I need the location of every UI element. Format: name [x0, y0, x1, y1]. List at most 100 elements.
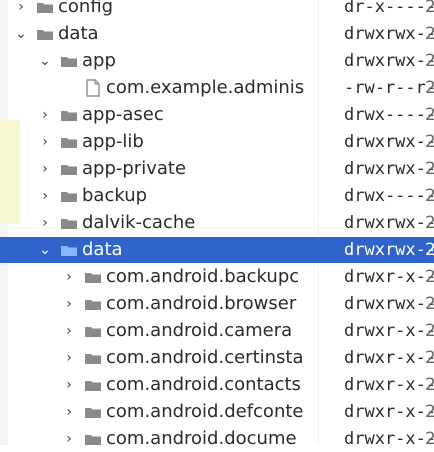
permissions: drwxrwx--x: [344, 293, 434, 314]
tree-item-label: com.android.contacts: [106, 376, 301, 394]
tree-row-com-android-certinsta[interactable]: › com.android.certinsta drwxr-x--x 2: [0, 345, 434, 371]
folder-icon: [36, 25, 54, 43]
chevron-down-icon[interactable]: ⌄: [12, 25, 30, 43]
extra-column: 2: [425, 105, 434, 125]
tree-item-label: com.android.docume: [106, 430, 297, 448]
tree-item-label: com.android.defconte: [106, 403, 304, 421]
chevron-right-icon[interactable]: ›: [60, 403, 78, 421]
chevron-right-icon[interactable]: ›: [60, 376, 78, 394]
folder-icon: [84, 322, 102, 340]
tree-row-com-android-browser[interactable]: › com.android.browser drwxrwx--x 2: [0, 291, 434, 317]
permissions: drwxr-x--x: [344, 401, 434, 422]
chevron-down-icon[interactable]: ⌄: [36, 52, 54, 70]
permissions: drwxr-x--x: [344, 374, 434, 395]
tree-row-com-android-docume[interactable]: › com.android.docume drwxr-x--x 2: [0, 426, 434, 452]
extra-column: 2: [425, 240, 434, 260]
tree-item-label: app-private: [82, 160, 187, 178]
tree-item-label: data: [82, 241, 123, 259]
tree-row-com-android-camera[interactable]: › com.android.camera drwxr-x--x 2: [0, 318, 434, 344]
permissions: drwxr-x--x: [344, 266, 434, 287]
tree-item-label: com.android.certinsta: [106, 349, 304, 367]
extra-column: 2: [425, 186, 434, 206]
tree-row-com-android-backupc[interactable]: › com.android.backupc drwxr-x--x 2: [0, 264, 434, 290]
folder-icon: [60, 160, 78, 178]
extra-column: 2: [425, 402, 434, 422]
tree-row-com-android-contacts[interactable]: › com.android.contacts drwxr-x--x 2: [0, 372, 434, 398]
tree-item-label: com.android.backupc: [106, 268, 300, 286]
tree-item-label: com.example.adminis: [106, 79, 305, 97]
file-tree: › config dr-x------ 2 ⌄ data drwxrwx--x …: [0, 0, 434, 449]
chevron-right-icon[interactable]: ›: [36, 160, 54, 178]
file-icon: [84, 79, 102, 97]
folder-icon: [60, 106, 78, 124]
extra-column: 2: [425, 294, 434, 314]
extra-column: 2: [425, 51, 434, 71]
permissions: drwxrwx--x: [344, 158, 434, 179]
tree-item-label: data: [58, 25, 99, 43]
tree-row-data-selected[interactable]: ⌄ data drwxrwx--x 2: [0, 237, 434, 263]
tree-item-label: app-asec: [82, 106, 164, 124]
tree-row-app-lib[interactable]: › app-lib drwxrwx--x 2: [0, 129, 434, 155]
permissions: drwxr-x--x: [344, 320, 434, 341]
folder-icon: [84, 295, 102, 313]
chevron-right-icon[interactable]: ›: [60, 295, 78, 313]
folder-icon: [84, 376, 102, 394]
tree-row-backup[interactable]: › backup drwx------ 2: [0, 183, 434, 209]
folder-icon: [84, 403, 102, 421]
folder-icon: [84, 268, 102, 286]
tree-item-label: com.android.browser: [106, 295, 297, 313]
chevron-right-icon[interactable]: ›: [36, 133, 54, 151]
tree-row-file[interactable]: com.example.adminis -rw-r--r-- 2: [0, 75, 434, 101]
permissions: drwxrwx--x: [344, 239, 434, 260]
extra-column: 2: [425, 375, 434, 395]
extra-column: 2: [425, 348, 434, 368]
extra-column: 2: [425, 213, 434, 233]
chevron-right-icon[interactable]: ›: [60, 268, 78, 286]
tree-row-dalvik-cache[interactable]: › dalvik-cache drwxrwx--x 2: [0, 210, 434, 236]
chevron-right-icon[interactable]: ›: [12, 0, 30, 16]
extra-column: 2: [425, 159, 434, 179]
permissions: drwx------: [344, 185, 434, 206]
permissions: drwxrwx--x: [344, 131, 434, 152]
chevron-right-icon[interactable]: ›: [60, 349, 78, 367]
tree-row-app[interactable]: ⌄ app drwxrwx--x 2: [0, 48, 434, 74]
chevron-right-icon[interactable]: ›: [60, 322, 78, 340]
folder-icon: [60, 52, 78, 70]
extra-column: 2: [425, 321, 434, 341]
folder-icon: [60, 133, 78, 151]
permissions: drwxrwx--x: [344, 50, 434, 71]
folder-icon: [84, 349, 102, 367]
folder-icon: [60, 187, 78, 205]
extra-column: 2: [425, 78, 434, 98]
folder-icon: [84, 430, 102, 448]
chevron-right-icon[interactable]: ›: [36, 214, 54, 232]
tree-row-config[interactable]: › config dr-x------ 2: [0, 0, 434, 20]
folder-icon: [60, 241, 78, 259]
tree-item-label: com.android.camera: [106, 322, 293, 340]
permissions: drwxrwx--x: [344, 212, 434, 233]
tree-row-data[interactable]: ⌄ data drwxrwx--x 2: [0, 21, 434, 47]
chevron-down-icon[interactable]: ⌄: [36, 241, 54, 259]
tree-row-com-android-defconte[interactable]: › com.android.defconte drwxr-x--x 2: [0, 399, 434, 425]
chevron-right-icon[interactable]: ›: [36, 187, 54, 205]
permissions: drwxr-x--x: [344, 347, 434, 368]
folder-icon: [36, 0, 54, 16]
tree-item-label: app: [82, 52, 116, 70]
extra-column: 2: [425, 0, 434, 17]
tree-item-label: config: [58, 0, 114, 16]
tree-item-label: app-lib: [82, 133, 144, 151]
permissions: drwx------: [344, 104, 434, 125]
permissions: dr-x------: [344, 0, 434, 17]
folder-icon: [60, 214, 78, 232]
extra-column: 2: [425, 132, 434, 152]
permissions: -rw-r--r--: [344, 77, 434, 98]
chevron-right-icon[interactable]: ›: [36, 106, 54, 124]
extra-column: 2: [425, 24, 434, 44]
tree-row-app-private[interactable]: › app-private drwxrwx--x 2: [0, 156, 434, 182]
chevron-right-icon[interactable]: ›: [60, 430, 78, 448]
extra-column: 2: [425, 267, 434, 287]
tree-item-label: backup: [82, 187, 148, 205]
extra-column: 2: [425, 429, 434, 449]
tree-item-label: dalvik-cache: [82, 214, 196, 232]
tree-row-app-asec[interactable]: › app-asec drwx------ 2: [0, 102, 434, 128]
